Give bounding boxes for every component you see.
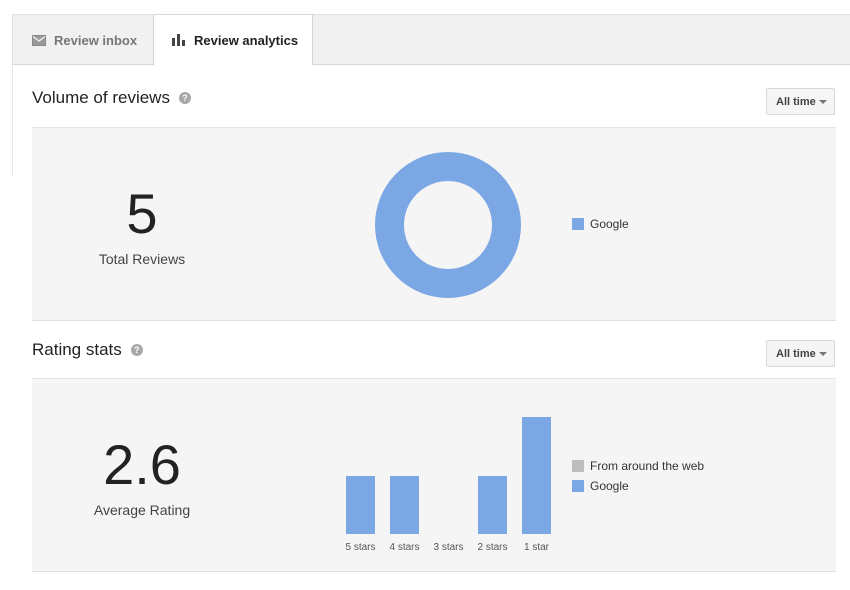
total-reviews-label: Total Reviews (98, 251, 186, 267)
rating-section-header: Rating stats ? (32, 340, 143, 360)
x-tick-label: 5 stars (345, 542, 376, 553)
help-icon[interactable]: ? (130, 344, 143, 356)
rating-legend-google-label: Google (590, 479, 629, 493)
rating-bar-chart: 5 stars 4 stars 3 stars 2 stars 1 star (338, 379, 558, 573)
rating-legend-web-label: From around the web (590, 459, 705, 473)
rating-time-filter-dropdown[interactable]: All time (766, 340, 835, 367)
volume-legend-google: Google (572, 217, 629, 231)
envelope-icon (32, 34, 46, 46)
caret-down-icon (819, 100, 827, 104)
tab-review-analytics[interactable]: Review analytics (153, 14, 313, 66)
help-icon[interactable]: ? (178, 92, 191, 104)
volume-section-header: Volume of reviews ? (32, 88, 191, 108)
bar-4-stars (390, 475, 419, 534)
rating-legend-web: From around the web (572, 459, 704, 473)
average-rating-label: Average Rating (93, 502, 191, 518)
average-rating-value: 2.6 (103, 433, 181, 496)
bar-5-stars (346, 475, 375, 534)
volume-title: Volume of reviews (32, 88, 170, 107)
volume-donut-chart (375, 152, 521, 298)
legend-swatch (572, 480, 584, 492)
legend-swatch (572, 460, 584, 472)
bar-1-star (522, 417, 551, 534)
divider (12, 65, 13, 175)
total-reviews-value: 5 (126, 182, 158, 245)
bar-chart-icon (172, 34, 186, 46)
rating-panel: 2.6 Average Rating 5 stars 4 stars 3 stars… (32, 378, 836, 572)
x-tick-label: 1 star (523, 542, 549, 553)
caret-down-icon (819, 352, 827, 356)
legend-swatch (572, 218, 584, 230)
volume-time-filter-dropdown[interactable]: All time (766, 88, 835, 115)
bar-2-stars (478, 475, 507, 534)
volume-legend-label: Google (590, 217, 629, 231)
tab-review-inbox-label: Review inbox (54, 32, 138, 48)
x-tick-label: 2 stars (477, 542, 508, 553)
rating-title: Rating stats (32, 340, 122, 359)
rating-time-filter-value: All time (776, 347, 816, 360)
volume-panel: 5 Total Reviews Google (32, 127, 836, 321)
volume-time-filter-value: All time (776, 95, 816, 108)
donut-slice-google (375, 152, 521, 298)
tab-review-inbox[interactable]: Review inbox (12, 14, 153, 66)
tab-bar: Review inbox Review analytics (12, 14, 850, 66)
x-tick-label: 4 stars (389, 542, 420, 553)
tab-review-analytics-label: Review analytics (194, 32, 299, 48)
rating-legend-google: Google (572, 479, 629, 493)
x-tick-label: 3 stars (433, 542, 464, 553)
